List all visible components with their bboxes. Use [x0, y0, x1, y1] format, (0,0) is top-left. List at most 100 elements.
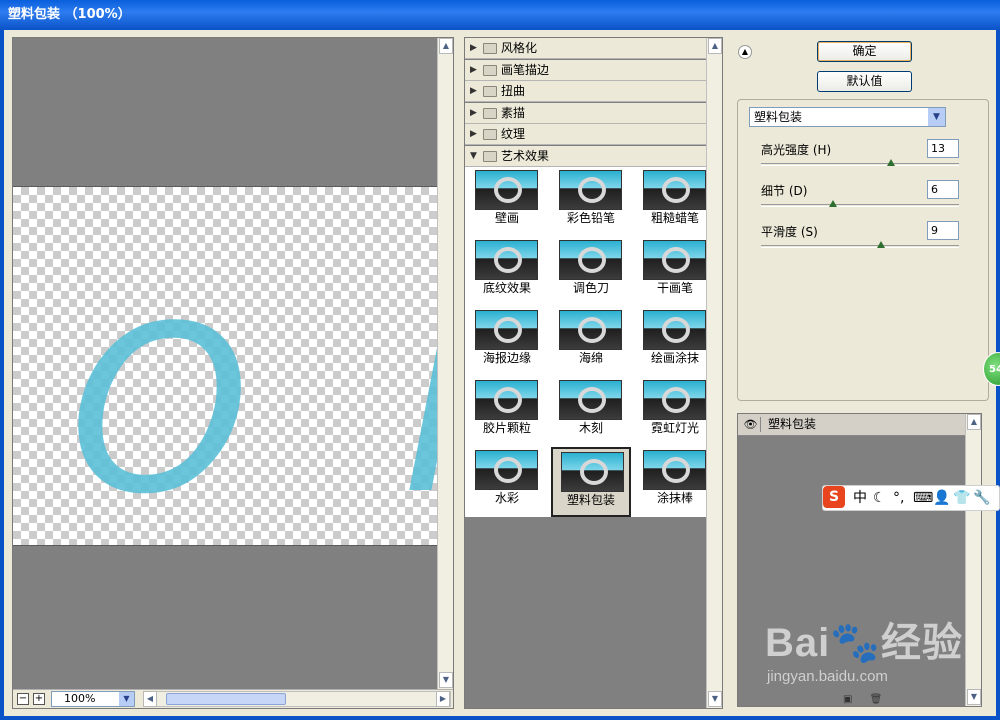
param-value-input[interactable]: 9	[927, 221, 959, 240]
category-3[interactable]: ▶ 素描	[465, 102, 707, 124]
filter-thumb[interactable]: 海绵	[551, 307, 631, 377]
effect-layer[interactable]: 👁 塑料包装	[738, 414, 966, 436]
triangle-right-icon[interactable]: ▶	[470, 38, 477, 58]
zoom-select[interactable]: 100% ▼	[51, 691, 135, 707]
triangle-down-icon[interactable]: ▼	[470, 146, 477, 166]
moon-icon[interactable]: ☾	[873, 486, 886, 510]
keyboard-icon[interactable]: ⌨	[913, 486, 933, 510]
filter-thumb[interactable]: 木刻	[551, 377, 631, 447]
filter-thumb[interactable]: 霓虹灯光	[635, 377, 715, 447]
param-label: 高光强度 (H)	[761, 143, 832, 157]
filter-thumb[interactable]: 海报边缘	[467, 307, 547, 377]
category-1[interactable]: ▶ 画笔描边	[465, 59, 707, 81]
ring-shape	[662, 387, 690, 413]
filter-label: 塑料包装	[566, 493, 615, 507]
watermark: Bai🐾经验 jingyan.baidu.com	[765, 610, 963, 685]
filter-label: 涂抹棒	[656, 491, 693, 505]
filter-preview-image	[559, 240, 622, 280]
filter-thumb[interactable]: 塑料包装	[551, 447, 631, 517]
ring-shape	[662, 457, 690, 483]
param-slider-track[interactable]	[761, 245, 959, 248]
punctuation-icon[interactable]: °,	[893, 486, 904, 510]
filter-thumb[interactable]: 彩色铅笔	[551, 167, 631, 237]
filter-preview-image	[559, 170, 622, 210]
sogou-logo-icon[interactable]: S	[823, 486, 845, 508]
chinese-mode-icon[interactable]: 中	[853, 486, 867, 510]
param-value-input[interactable]: 13	[927, 139, 959, 158]
filter-label: 胶片颗粒	[482, 421, 531, 435]
collapse-icon[interactable]: ▲	[738, 45, 752, 59]
chevron-down-icon[interactable]: ▼	[928, 108, 945, 126]
filter-label: 霓虹灯光	[650, 421, 699, 435]
param-slider-knob[interactable]	[829, 200, 837, 207]
filter-label: 绘画涂抹	[650, 351, 699, 365]
category-0[interactable]: ▶ 风格化	[465, 38, 707, 59]
scroll-down-icon[interactable]: ▼	[439, 672, 453, 688]
default-button[interactable]: 默认值	[817, 71, 912, 92]
delete-layer-icon[interactable]: 🗑	[870, 694, 883, 705]
scroll-right-icon[interactable]: ▶	[436, 691, 450, 707]
filter-thumb[interactable]: 绘画涂抹	[635, 307, 715, 377]
param-slider-knob[interactable]	[887, 159, 895, 166]
filter-thumb[interactable]: 底纹效果	[467, 237, 547, 307]
category-label: 纹理	[501, 127, 526, 141]
user-icon[interactable]: 👤	[933, 486, 950, 510]
layers-scrollbar[interactable]: ▲ ▼	[965, 414, 981, 706]
param-slider-track[interactable]	[761, 204, 959, 207]
param-value-input[interactable]: 6	[927, 180, 959, 199]
preview-canvas[interactable]: O N	[13, 38, 439, 689]
param-row: 平滑度 (S) 9	[761, 221, 961, 255]
filter-select[interactable]: 塑料包装 ▼	[749, 107, 946, 127]
category-label: 画笔描边	[501, 62, 550, 77]
chevron-down-icon[interactable]: ▼	[119, 692, 134, 706]
folder-icon	[483, 150, 497, 162]
category-label: 风格化	[501, 41, 538, 55]
preview-vertical-scrollbar[interactable]: ▲ ▼	[437, 38, 453, 689]
triangle-right-icon[interactable]: ▶	[470, 81, 477, 101]
wrench-icon[interactable]: 🔧	[973, 486, 990, 510]
filter-thumb[interactable]: 干画笔	[635, 237, 715, 307]
filter-thumb[interactable]: 胶片颗粒	[467, 377, 547, 447]
filter-thumb[interactable]: 调色刀	[551, 237, 631, 307]
preview-text: O N	[69, 278, 439, 545]
shirt-icon[interactable]: 👕	[953, 486, 970, 510]
filter-label: 海报边缘	[482, 351, 531, 365]
ring-shape	[494, 177, 522, 203]
ime-toolbar: 中 ☾ °, ⌨ 👤 👕 🔧	[822, 485, 1000, 511]
zoom-out-button[interactable]: −	[17, 693, 29, 705]
scroll-up-icon[interactable]: ▲	[439, 38, 453, 54]
scroll-up-icon[interactable]: ▲	[967, 414, 981, 430]
filter-thumb[interactable]: 粗糙蜡笔	[635, 167, 715, 237]
ring-shape	[494, 387, 522, 413]
scroll-up-icon[interactable]: ▲	[708, 38, 722, 54]
ring-shape	[494, 247, 522, 273]
eye-icon[interactable]: 👁	[741, 417, 761, 432]
param-slider-knob[interactable]	[877, 241, 885, 248]
filter-thumb[interactable]: 壁画	[467, 167, 547, 237]
param-slider-track[interactable]	[761, 163, 959, 166]
ok-button[interactable]: 确定	[817, 41, 912, 62]
transparent-background: O N	[13, 186, 439, 546]
param-label: 细节 (D)	[761, 184, 808, 198]
triangle-right-icon[interactable]: ▶	[470, 124, 477, 144]
category-5[interactable]: ▼ 艺术效果	[465, 145, 707, 167]
zoom-in-button[interactable]: +	[33, 693, 45, 705]
category-2[interactable]: ▶ 扭曲	[465, 81, 707, 102]
folder-icon	[483, 64, 497, 76]
filter-thumb[interactable]: 水彩	[467, 447, 547, 517]
filter-preview-image	[561, 452, 624, 492]
scroll-down-icon[interactable]: ▼	[708, 691, 722, 707]
triangle-right-icon[interactable]: ▶	[470, 60, 477, 80]
preview-horizontal-scrollbar[interactable]: ◀ ▶	[143, 691, 451, 707]
watermark-brand: Bai🐾经验	[765, 621, 964, 665]
browser-scrollbar[interactable]: ▲ ▼	[706, 38, 722, 708]
param-row: 细节 (D) 6	[761, 180, 961, 214]
filter-thumb[interactable]: 涂抹棒	[635, 447, 715, 517]
triangle-right-icon[interactable]: ▶	[470, 103, 477, 123]
scroll-down-icon[interactable]: ▼	[967, 689, 981, 705]
new-layer-icon[interactable]: ▣	[843, 694, 852, 705]
scroll-thumb[interactable]	[166, 693, 286, 705]
category-4[interactable]: ▶ 纹理	[465, 124, 707, 145]
preview-pane: O N ▲ ▼ − + 100% ▼ ◀ ▶	[12, 37, 454, 709]
scroll-left-icon[interactable]: ◀	[143, 691, 157, 707]
